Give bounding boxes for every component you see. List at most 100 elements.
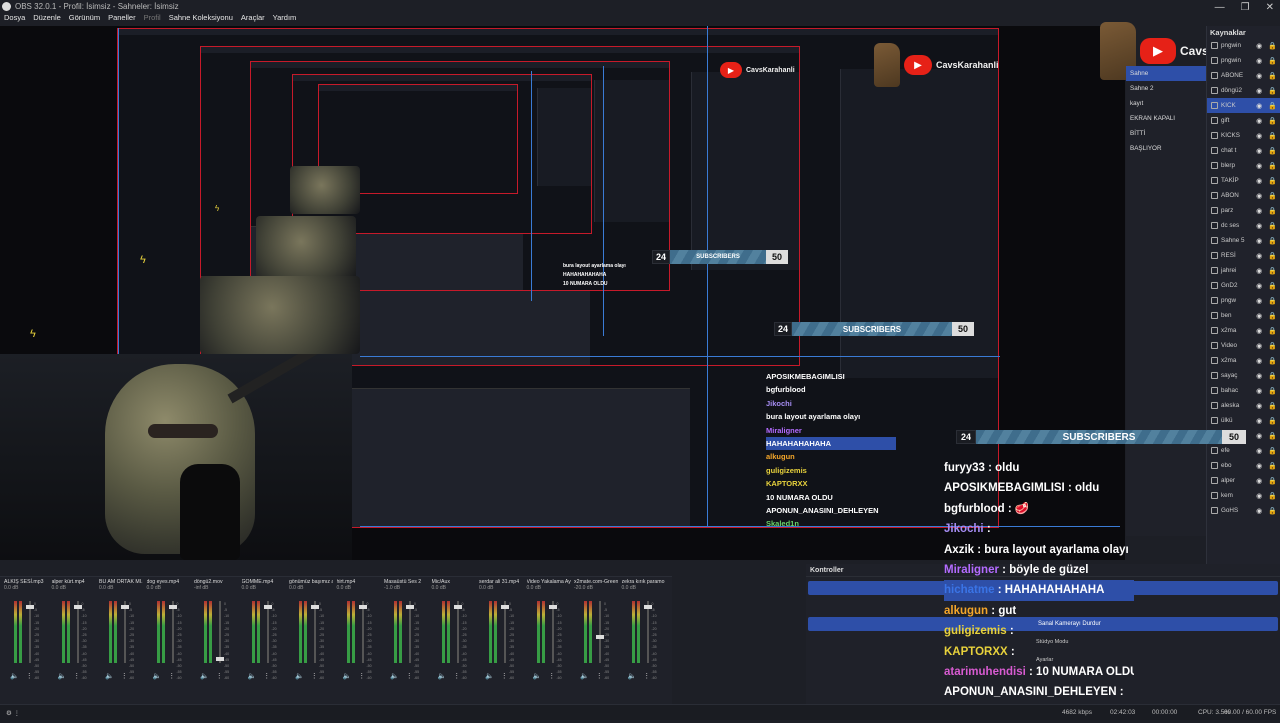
visibility-eye-icon[interactable]: ◉	[1256, 42, 1262, 50]
lock-icon[interactable]: 🔒	[1268, 387, 1277, 395]
lock-icon[interactable]: 🔒	[1268, 102, 1277, 110]
speaker-icon[interactable]: 🔈	[533, 672, 542, 680]
menu-edit[interactable]: Düzenle	[33, 13, 61, 22]
source-item[interactable]: GnD2 ◉ 🔒	[1207, 278, 1280, 293]
visibility-eye-icon[interactable]: ◉	[1256, 417, 1262, 425]
volume-fader-knob[interactable]	[168, 605, 177, 609]
source-item[interactable]: GoHS ◉ 🔒	[1207, 503, 1280, 518]
lock-icon[interactable]: 🔒	[1268, 447, 1277, 455]
lock-icon[interactable]: 🔒	[1268, 492, 1277, 500]
volume-fader-knob[interactable]	[263, 605, 272, 609]
lock-icon[interactable]: 🔒	[1268, 267, 1277, 275]
menu-file[interactable]: Dosya	[4, 13, 25, 22]
volume-fader-track[interactable]	[29, 601, 31, 663]
volume-fader-track[interactable]	[266, 601, 269, 663]
source-item[interactable]: kem ◉ 🔒	[1207, 488, 1280, 503]
lock-icon[interactable]: 🔒	[1268, 432, 1277, 440]
source-item[interactable]: jahrei ◉ 🔒	[1207, 263, 1280, 278]
lock-icon[interactable]: 🔒	[1268, 237, 1277, 245]
source-item[interactable]: KICK ◉ 🔒	[1207, 98, 1280, 113]
lock-icon[interactable]: 🔒	[1268, 207, 1277, 215]
volume-fader-track[interactable]	[646, 601, 649, 663]
lock-icon[interactable]: 🔒	[1268, 42, 1277, 50]
menu-scene-collection[interactable]: Sahne Koleksiyonu	[169, 13, 233, 22]
scene-item[interactable]: EKRAN KAPALI	[1126, 111, 1206, 126]
volume-fader-knob[interactable]	[216, 657, 224, 661]
visibility-eye-icon[interactable]: ◉	[1256, 282, 1262, 290]
volume-fader-knob[interactable]	[406, 605, 414, 609]
visibility-eye-icon[interactable]: ◉	[1256, 252, 1262, 260]
speaker-icon[interactable]: 🔈	[58, 672, 67, 680]
channel-menu-icon[interactable]: ⋮	[596, 672, 603, 680]
visibility-eye-icon[interactable]: ◉	[1256, 402, 1262, 410]
lock-icon[interactable]: 🔒	[1268, 507, 1277, 515]
volume-fader-knob[interactable]	[548, 605, 557, 609]
volume-fader-knob[interactable]	[643, 605, 652, 609]
source-item[interactable]: bahac ◉ 🔒	[1207, 383, 1280, 398]
volume-fader-knob[interactable]	[358, 605, 367, 609]
maximize-button[interactable]: ❐	[1241, 2, 1250, 13]
volume-fader-knob[interactable]	[453, 605, 462, 609]
close-button[interactable]: ✕	[1266, 2, 1274, 13]
add-source-icon[interactable]: ⚙ ⋮	[6, 709, 20, 717]
minimize-button[interactable]: —	[1215, 2, 1225, 13]
visibility-eye-icon[interactable]: ◉	[1256, 237, 1262, 245]
speaker-icon[interactable]: 🔈	[580, 672, 589, 680]
source-item[interactable]: blerp ◉ 🔒	[1207, 158, 1280, 173]
lock-icon[interactable]: 🔒	[1268, 177, 1277, 185]
speaker-icon[interactable]: 🔈	[153, 672, 162, 680]
source-item[interactable]: parz ◉ 🔒	[1207, 203, 1280, 218]
visibility-eye-icon[interactable]: ◉	[1256, 312, 1262, 320]
source-item[interactable]: pngwin ◉ 🔒	[1207, 38, 1280, 53]
source-item[interactable]: alper ◉ 🔒	[1207, 473, 1280, 488]
channel-menu-icon[interactable]: ⋮	[263, 672, 270, 680]
visibility-eye-icon[interactable]: ◉	[1256, 177, 1262, 185]
lock-icon[interactable]: 🔒	[1268, 162, 1277, 170]
visibility-eye-icon[interactable]: ◉	[1256, 492, 1262, 500]
menu-tools[interactable]: Araçlar	[241, 13, 265, 22]
lock-icon[interactable]: 🔒	[1268, 372, 1277, 380]
lock-icon[interactable]: 🔒	[1268, 192, 1277, 200]
source-item[interactable]: ebo ◉ 🔒	[1207, 458, 1280, 473]
lock-icon[interactable]: 🔒	[1268, 342, 1277, 350]
channel-menu-icon[interactable]: ⋮	[168, 672, 175, 680]
source-item[interactable]: pngwin ◉ 🔒	[1207, 53, 1280, 68]
visibility-eye-icon[interactable]: ◉	[1256, 147, 1262, 155]
lock-icon[interactable]: 🔒	[1268, 132, 1277, 140]
lock-icon[interactable]: 🔒	[1268, 357, 1277, 365]
lock-icon[interactable]: 🔒	[1268, 282, 1277, 290]
lock-icon[interactable]: 🔒	[1268, 327, 1277, 335]
visibility-eye-icon[interactable]: ◉	[1256, 267, 1262, 275]
speaker-icon[interactable]: 🔈	[10, 672, 19, 680]
visibility-eye-icon[interactable]: ◉	[1256, 192, 1262, 200]
speaker-icon[interactable]: 🔈	[200, 672, 209, 680]
visibility-eye-icon[interactable]: ◉	[1256, 207, 1262, 215]
speaker-icon[interactable]: 🔈	[485, 672, 494, 680]
visibility-eye-icon[interactable]: ◉	[1256, 507, 1262, 515]
channel-menu-icon[interactable]: ⋮	[311, 672, 318, 680]
source-item[interactable]: TAKİP ◉ 🔒	[1207, 173, 1280, 188]
volume-fader-knob[interactable]	[311, 605, 319, 609]
visibility-eye-icon[interactable]: ◉	[1256, 87, 1262, 95]
volume-fader-track[interactable]	[76, 601, 79, 663]
volume-fader-track[interactable]	[551, 601, 554, 663]
channel-menu-icon[interactable]: ⋮	[406, 672, 413, 680]
visibility-eye-icon[interactable]: ◉	[1256, 57, 1262, 65]
volume-fader-knob[interactable]	[121, 605, 129, 609]
source-item[interactable]: ben ◉ 🔒	[1207, 308, 1280, 323]
speaker-icon[interactable]: 🔈	[628, 672, 637, 680]
lock-icon[interactable]: 🔒	[1268, 462, 1277, 470]
source-item[interactable]: x2ma ◉ 🔒	[1207, 353, 1280, 368]
channel-menu-icon[interactable]: ⋮	[358, 672, 365, 680]
lock-icon[interactable]: 🔒	[1268, 297, 1277, 305]
volume-fader-track[interactable]	[361, 601, 364, 663]
menu-docks[interactable]: Paneller	[108, 13, 136, 22]
volume-fader-track[interactable]	[171, 601, 174, 663]
menu-view[interactable]: Görünüm	[69, 13, 100, 22]
source-item[interactable]: dc ses ◉ 🔒	[1207, 218, 1280, 233]
volume-fader-track[interactable]	[219, 601, 221, 663]
lock-icon[interactable]: 🔒	[1268, 417, 1277, 425]
visibility-eye-icon[interactable]: ◉	[1256, 462, 1262, 470]
channel-menu-icon[interactable]: ⋮	[453, 672, 460, 680]
volume-fader-knob[interactable]	[596, 635, 604, 639]
